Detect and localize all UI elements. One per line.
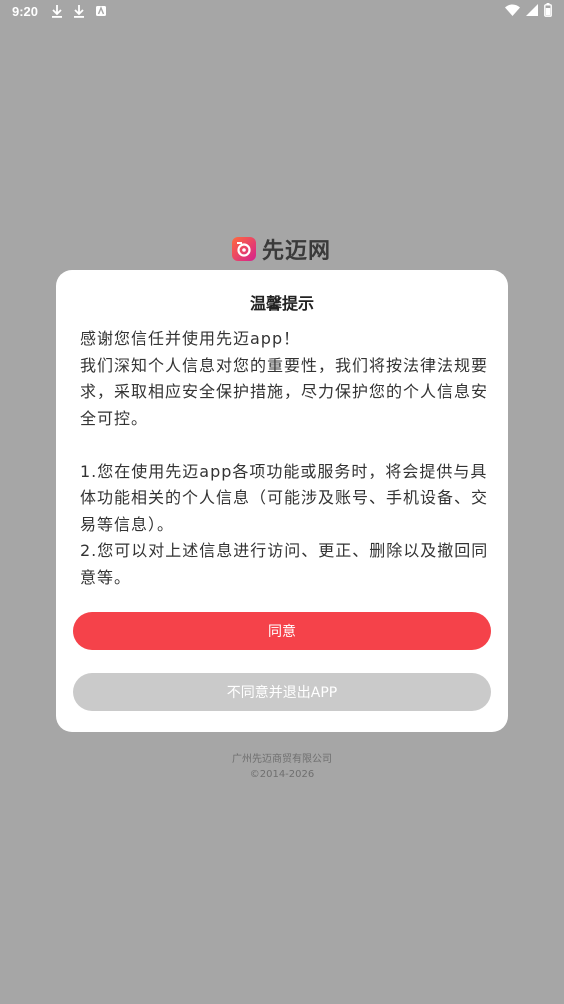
status-bar: 9:20 [0,0,564,24]
wifi-icon [505,4,520,20]
dialog-paragraph: 2.您可以对上述信息进行访问、更正、删除以及撤回同意等。 [80,541,489,587]
dialog-paragraph: 我们深知个人信息对您的重要性，我们将按法律法规要求，采取相应安全保护措施，尽力保… [80,355,489,428]
status-time: 9:20 [12,4,39,19]
brand: 先迈网 [232,233,331,265]
download-icon [72,3,86,19]
status-right-icons [505,3,552,21]
status-left-icons [50,3,108,19]
disagree-exit-button[interactable]: 不同意并退出APP [73,673,491,711]
dialog-body: 感谢您信任并使用先迈app！ 我们深知个人信息对您的重要性，我们将按法律法规要求… [80,326,490,591]
battery-icon [544,3,552,21]
privacy-dialog: 温馨提示 感谢您信任并使用先迈app！ 我们深知个人信息对您的重要性，我们将按法… [56,270,508,732]
dialog-paragraph: 感谢您信任并使用先迈app！ [80,329,301,348]
brand-name: 先迈网 [262,239,332,264]
brand-logo-icon [232,237,256,261]
download-icon [50,3,64,19]
agree-button[interactable]: 同意 [73,612,491,650]
dialog-paragraph: 1.您在使用先迈app各项功能或服务时，将会提供与具体功能相关的个人信息（可能涉… [80,461,489,534]
signal-icon [526,4,538,20]
font-icon [94,3,108,19]
dialog-title: 温馨提示 [249,294,314,313]
footer-copyright: ©2014-2026 [249,769,315,780]
footer-company: 广州先迈商贸有限公司 [232,754,332,765]
